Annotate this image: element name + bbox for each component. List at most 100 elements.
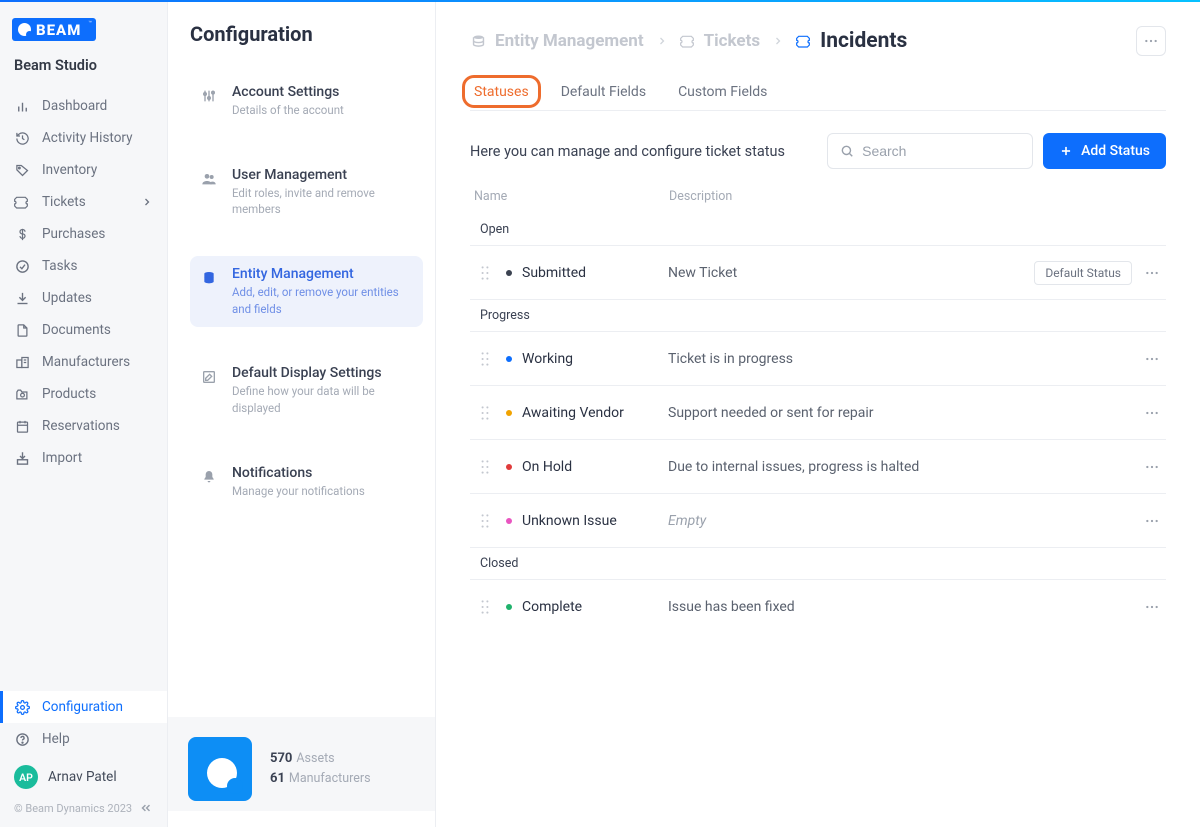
tab-label: Custom Fields bbox=[678, 84, 767, 100]
config-item-title: Account Settings bbox=[232, 84, 344, 100]
ticket-icon bbox=[796, 33, 812, 49]
config-item-title: Entity Management bbox=[232, 266, 413, 282]
config-item-entity-management[interactable]: Entity Management Add, edit, or remove y… bbox=[190, 256, 423, 327]
sidebar-item-manufacturers[interactable]: Manufacturers bbox=[0, 346, 167, 378]
edit-square-icon bbox=[200, 368, 218, 386]
assets-label: Assets bbox=[296, 751, 334, 766]
default-status-badge: Default Status bbox=[1034, 261, 1132, 285]
sidebar-item-tasks[interactable]: Tasks bbox=[0, 250, 167, 282]
config-item-notifications[interactable]: Notifications Manage your notifications bbox=[190, 455, 423, 510]
group-open: Open bbox=[470, 214, 1166, 246]
building-icon bbox=[14, 354, 30, 370]
config-item-default-display-settings[interactable]: Default Display Settings Define how your… bbox=[190, 355, 423, 426]
drag-handle-icon[interactable] bbox=[480, 405, 492, 421]
sidebar-item-activity-history[interactable]: Activity History bbox=[0, 122, 167, 154]
sidebar-item-import[interactable]: Import bbox=[0, 442, 167, 474]
sidebar-item-help[interactable]: Help bbox=[0, 723, 167, 755]
tab-default-fields[interactable]: Default Fields bbox=[557, 76, 650, 110]
status-row[interactable]: Complete Issue has been fixed bbox=[470, 580, 1166, 634]
tab-custom-fields[interactable]: Custom Fields bbox=[674, 76, 771, 110]
drag-handle-icon[interactable] bbox=[480, 599, 492, 615]
status-desc: Due to internal issues, progress is halt… bbox=[668, 459, 1140, 475]
search-input[interactable] bbox=[862, 143, 1020, 159]
sidebar-item-label: Updates bbox=[42, 290, 92, 306]
drag-handle-icon[interactable] bbox=[480, 513, 492, 529]
sidebar-item-tickets[interactable]: Tickets bbox=[0, 186, 167, 218]
sidebar-item-inventory[interactable]: Inventory bbox=[0, 154, 167, 186]
breadcrumb-incidents: Incidents bbox=[796, 29, 907, 53]
sidebar-item-reservations[interactable]: Reservations bbox=[0, 410, 167, 442]
import-icon bbox=[14, 450, 30, 466]
sidebar-item-products[interactable]: Products bbox=[0, 378, 167, 410]
search-box[interactable] bbox=[827, 133, 1033, 169]
table-header: Name Description bbox=[470, 185, 1166, 214]
sidebar-item-label: Tasks bbox=[42, 258, 77, 274]
sidebar-item-dashboard[interactable]: Dashboard bbox=[0, 90, 167, 122]
row-more-button[interactable] bbox=[1140, 405, 1164, 421]
row-more-button[interactable] bbox=[1140, 265, 1164, 281]
plus-icon bbox=[1059, 144, 1073, 158]
drag-handle-icon[interactable] bbox=[480, 265, 492, 281]
search-icon bbox=[840, 144, 854, 158]
sidebar-item-documents[interactable]: Documents bbox=[0, 314, 167, 346]
status-row[interactable]: Awaiting Vendor Support needed or sent f… bbox=[470, 386, 1166, 440]
breadcrumb-label: Incidents bbox=[820, 29, 907, 53]
config-item-account-settings[interactable]: Account Settings Details of the account bbox=[190, 74, 423, 129]
drag-handle-icon[interactable] bbox=[480, 459, 492, 475]
status-row[interactable]: Working Ticket is in progress bbox=[470, 332, 1166, 386]
drag-handle-icon[interactable] bbox=[480, 351, 492, 367]
logo-mark-icon bbox=[18, 23, 31, 36]
status-row[interactable]: On Hold Due to internal issues, progress… bbox=[470, 440, 1166, 494]
tab-statuses[interactable]: Statuses bbox=[470, 76, 533, 110]
primary-sidebar: BEAM ™ Beam Studio Dashboard Activity Hi… bbox=[0, 2, 168, 827]
nav-bottom: Configuration Help bbox=[0, 691, 167, 755]
config-item-desc: Define how your data will be displayed bbox=[232, 383, 413, 416]
help-icon bbox=[14, 731, 30, 747]
status-color-dot bbox=[506, 410, 512, 416]
row-more-button[interactable] bbox=[1140, 459, 1164, 475]
status-name: Unknown Issue bbox=[522, 513, 668, 529]
add-status-button[interactable]: Add Status bbox=[1043, 133, 1166, 169]
config-item-title: Default Display Settings bbox=[232, 365, 413, 381]
tag-icon bbox=[14, 162, 30, 178]
add-status-label: Add Status bbox=[1081, 143, 1150, 159]
config-item-desc: Details of the account bbox=[232, 102, 344, 119]
dollar-icon bbox=[14, 226, 30, 242]
row-more-button[interactable] bbox=[1140, 513, 1164, 529]
mfrs-label: Manufacturers bbox=[289, 771, 371, 786]
page-more-button[interactable] bbox=[1136, 26, 1166, 56]
status-name: On Hold bbox=[522, 459, 668, 475]
col-name: Name bbox=[474, 189, 669, 204]
config-sidebar: Configuration Account Settings Details o… bbox=[168, 2, 436, 827]
config-footer: 570Assets 61Manufacturers bbox=[168, 717, 435, 811]
status-color-dot bbox=[506, 604, 512, 610]
status-row[interactable]: Submitted New Ticket Default Status bbox=[470, 246, 1166, 300]
collapse-sidebar-button[interactable] bbox=[139, 801, 153, 815]
config-item-user-management[interactable]: User Management Edit roles, invite and r… bbox=[190, 157, 423, 228]
breadcrumb-tickets[interactable]: Tickets bbox=[680, 31, 760, 51]
sidebar-item-updates[interactable]: Updates bbox=[0, 282, 167, 314]
breadcrumb-entity-management[interactable]: Entity Management bbox=[470, 31, 644, 51]
tab-label: Default Fields bbox=[561, 84, 646, 100]
mfrs-count: 61 bbox=[270, 771, 285, 786]
config-title: Configuration bbox=[190, 22, 423, 46]
user-row[interactable]: AP Arnav Patel bbox=[0, 755, 167, 799]
row-more-button[interactable] bbox=[1140, 351, 1164, 367]
stack-icon bbox=[470, 33, 487, 50]
config-item-title: User Management bbox=[232, 167, 413, 183]
config-item-desc: Manage your notifications bbox=[232, 483, 365, 500]
chevron-right-icon bbox=[772, 35, 784, 47]
help-text: Here you can manage and configure ticket… bbox=[470, 143, 785, 160]
status-row[interactable]: Unknown Issue Empty bbox=[470, 494, 1166, 548]
sidebar-item-label: Help bbox=[42, 731, 70, 747]
status-desc: New Ticket bbox=[668, 265, 1034, 281]
sidebar-item-label: Activity History bbox=[42, 130, 133, 146]
logo[interactable]: BEAM ™ bbox=[12, 18, 96, 41]
status-color-dot bbox=[506, 270, 512, 276]
config-item-desc: Edit roles, invite and remove members bbox=[232, 185, 413, 218]
sidebar-item-purchases[interactable]: Purchases bbox=[0, 218, 167, 250]
sidebar-item-configuration[interactable]: Configuration bbox=[0, 691, 167, 723]
camera-icon bbox=[14, 386, 30, 402]
sidebar-item-label: Inventory bbox=[42, 162, 97, 178]
row-more-button[interactable] bbox=[1140, 599, 1164, 615]
